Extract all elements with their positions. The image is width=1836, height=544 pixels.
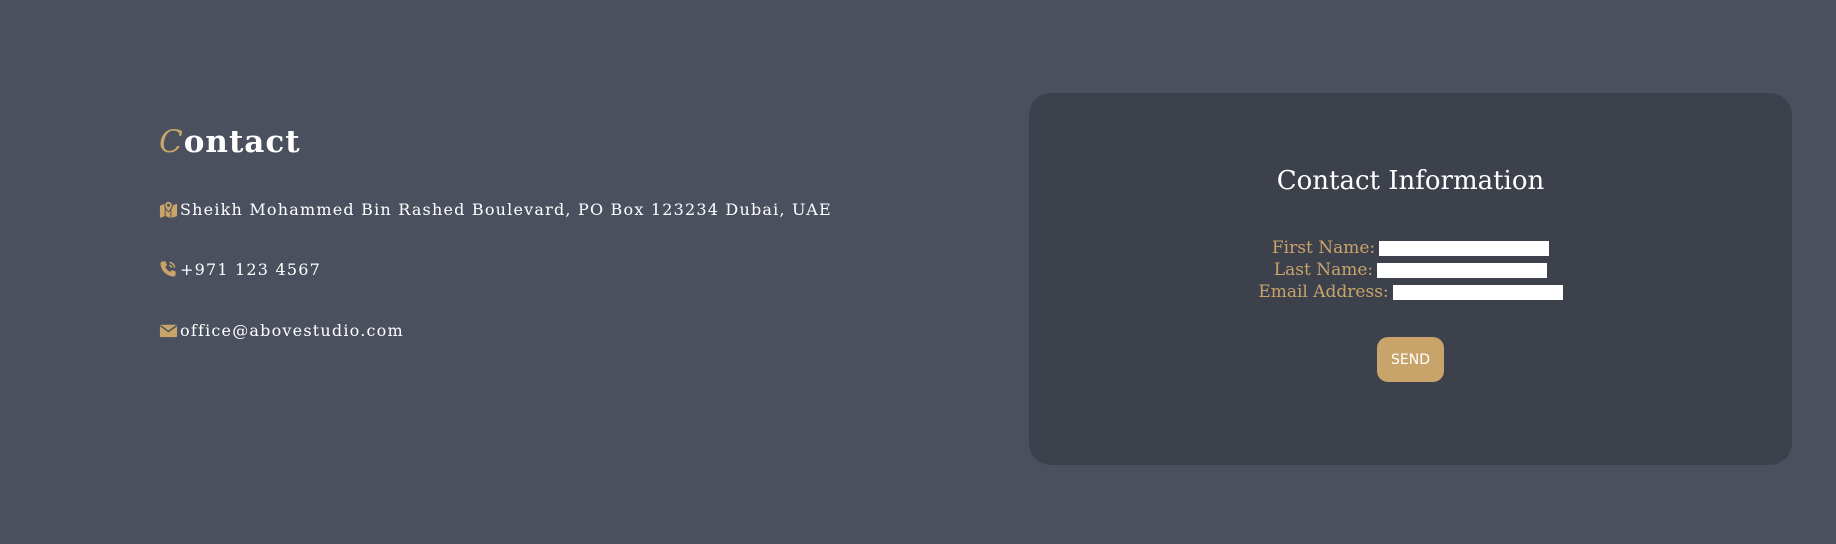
send-button[interactable]: SEND: [1377, 337, 1444, 382]
contact-form-title: Contact Information: [1276, 166, 1545, 196]
contact-title-rest: ontact: [183, 124, 301, 160]
contact-title: Contact: [159, 118, 959, 166]
envelope-icon: [159, 321, 178, 340]
phone-volume-icon: [159, 260, 178, 279]
phone-line: +971 123 4567: [159, 260, 321, 279]
last-name-label: Last Name:: [1273, 260, 1374, 280]
first-name-label: First Name:: [1271, 238, 1376, 258]
email-line: office@abovestudio.com: [159, 321, 404, 340]
contact-form-card: Contact Information First Name: Last Nam…: [1029, 93, 1792, 465]
address-line: Sheikh Mohammed Bin Rashed Boulevard, PO…: [159, 200, 832, 219]
address-text: Sheikh Mohammed Bin Rashed Boulevard, PO…: [180, 200, 832, 219]
phone-text: +971 123 4567: [180, 260, 321, 279]
contact-form: First Name: Last Name: Email Address:: [1029, 237, 1792, 303]
last-name-input[interactable]: [1377, 262, 1548, 278]
first-name-row: First Name:: [1029, 237, 1792, 259]
last-name-row: Last Name:: [1029, 259, 1792, 281]
email-label: Email Address:: [1258, 282, 1389, 302]
map-marker-icon: [159, 200, 178, 219]
email-text: office@abovestudio.com: [180, 321, 404, 340]
email-row: Email Address:: [1029, 281, 1792, 303]
first-name-input[interactable]: [1379, 240, 1550, 256]
contact-title-initial: C: [159, 124, 184, 160]
email-input[interactable]: [1392, 284, 1563, 300]
contact-section: Contact Sheikh Mohammed Bin Rashed Boule…: [159, 118, 959, 340]
